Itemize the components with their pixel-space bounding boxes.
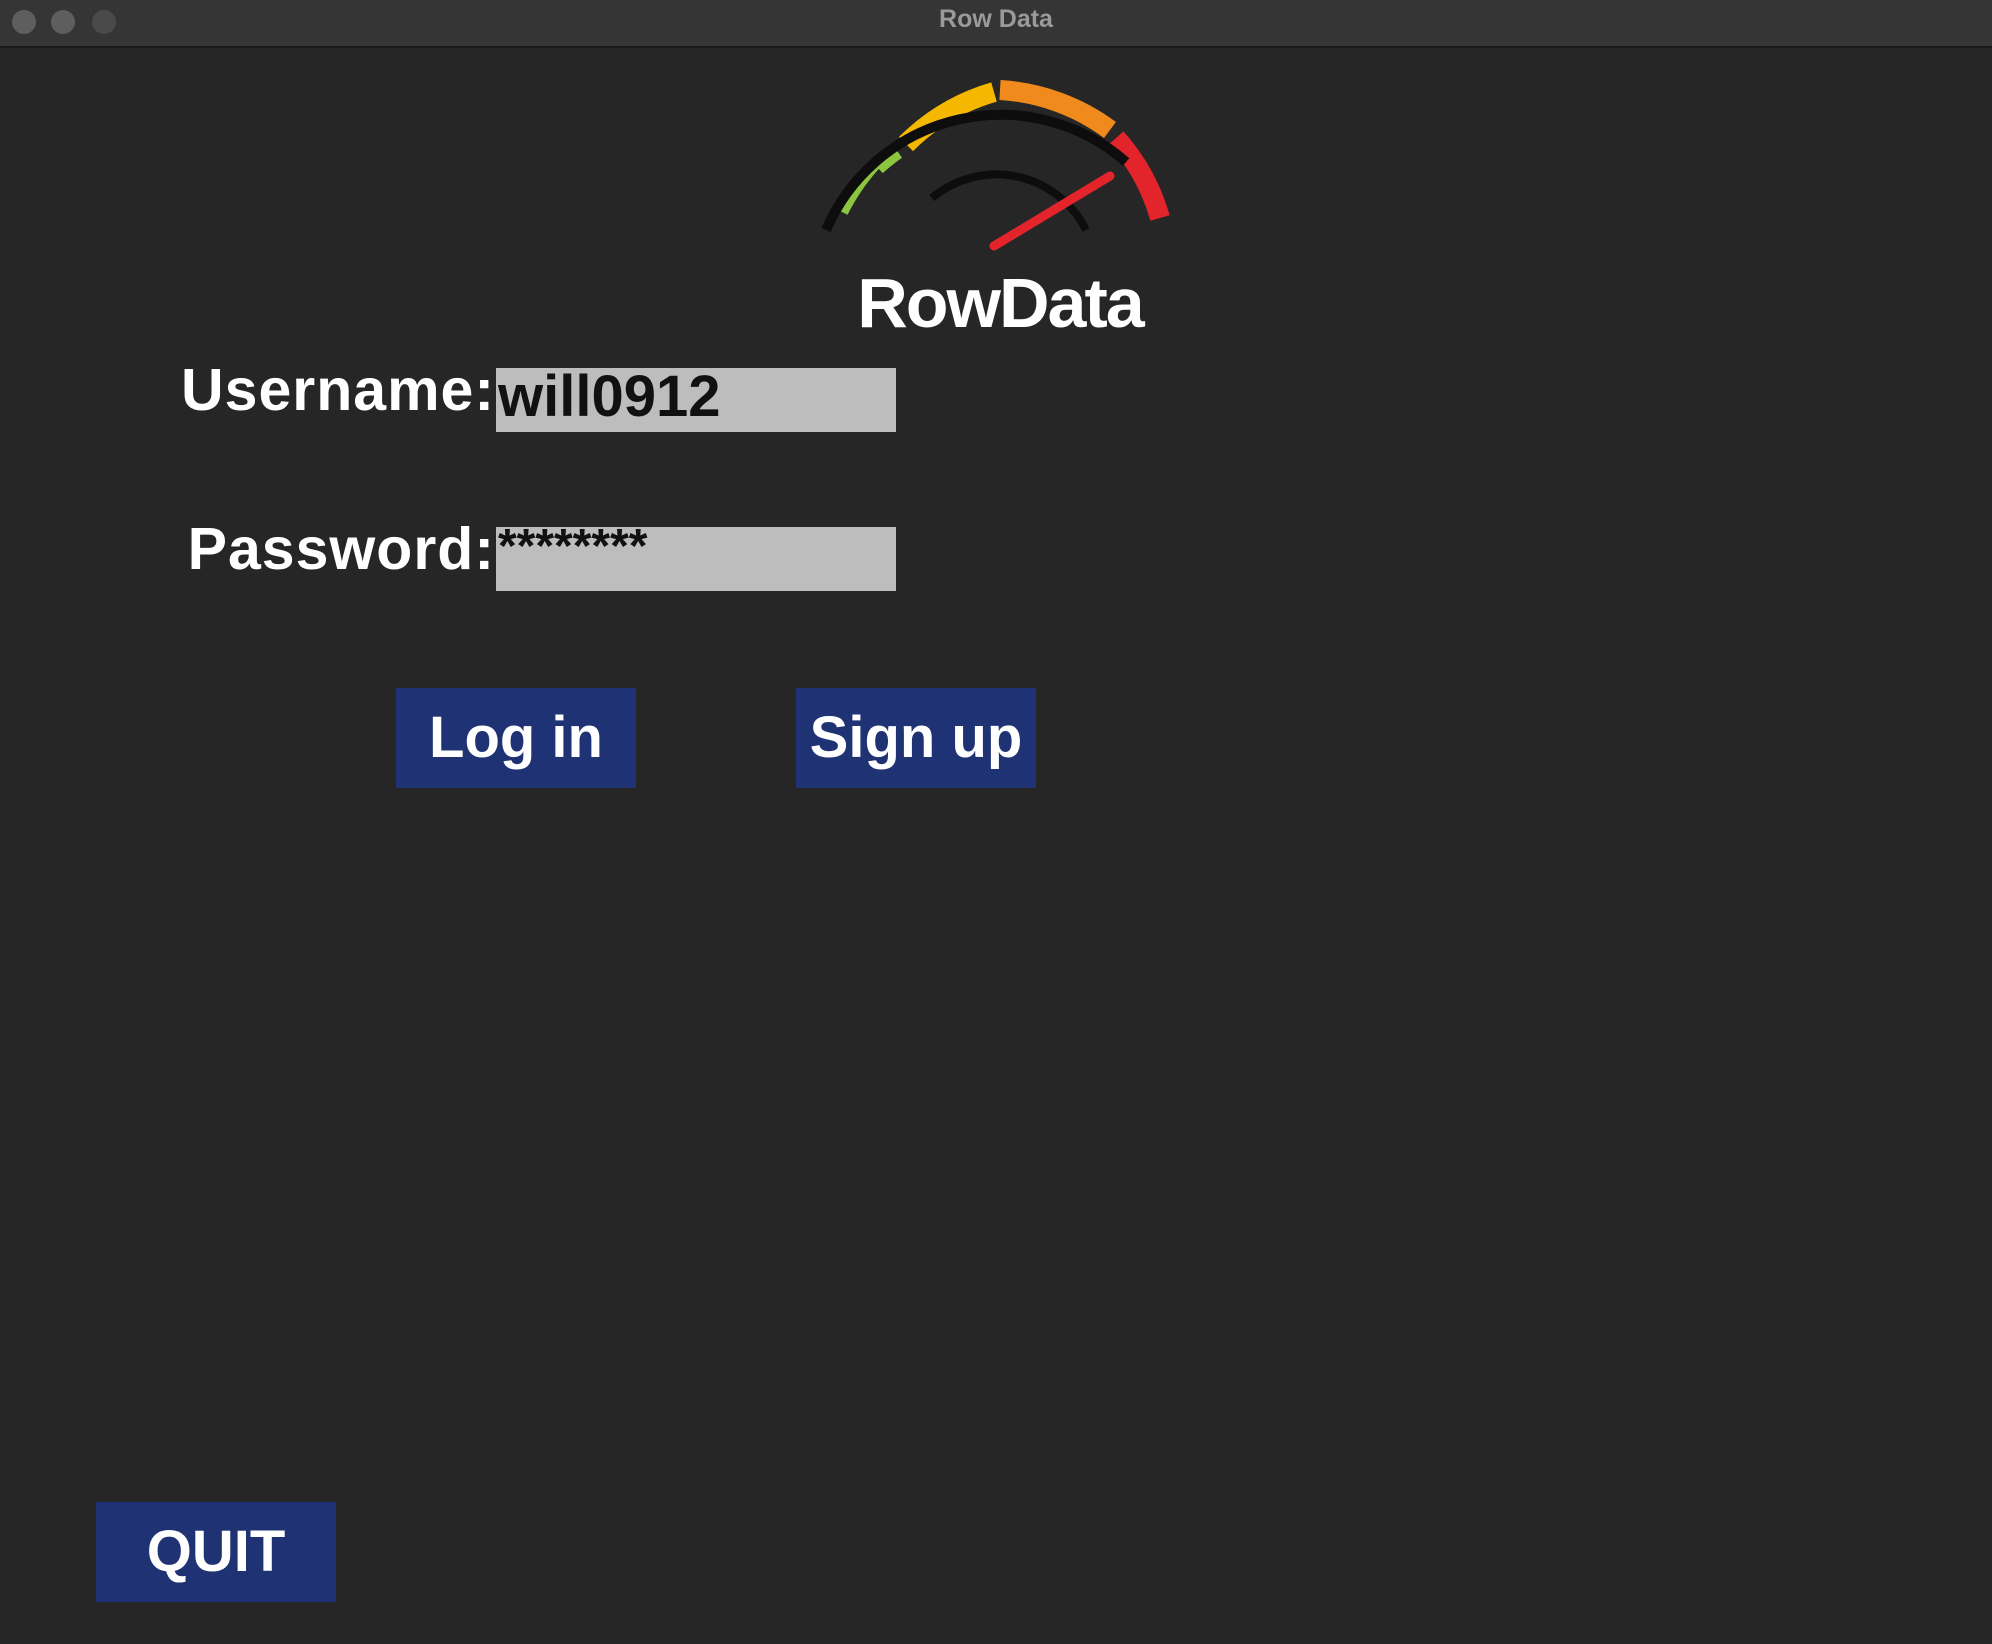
speedometer-icon xyxy=(821,80,1170,251)
quit-button[interactable]: QUIT xyxy=(96,1502,336,1602)
username-label: Username: xyxy=(181,357,495,423)
title-bar: Row Data xyxy=(0,0,1992,48)
window-title: Row Data xyxy=(939,5,1053,33)
password-label: Password: xyxy=(187,516,495,582)
password-input[interactable]: ******** xyxy=(496,527,896,591)
login-button[interactable]: Log in xyxy=(396,688,636,788)
signup-button[interactable]: Sign up xyxy=(796,688,1036,788)
logo-text: RowData xyxy=(857,264,1144,342)
app-window: Row Data RowData Username: will0912 Pass… xyxy=(0,0,1992,1644)
username-input[interactable]: will0912 xyxy=(496,368,896,432)
rowdata-logo: RowData xyxy=(810,80,1180,350)
